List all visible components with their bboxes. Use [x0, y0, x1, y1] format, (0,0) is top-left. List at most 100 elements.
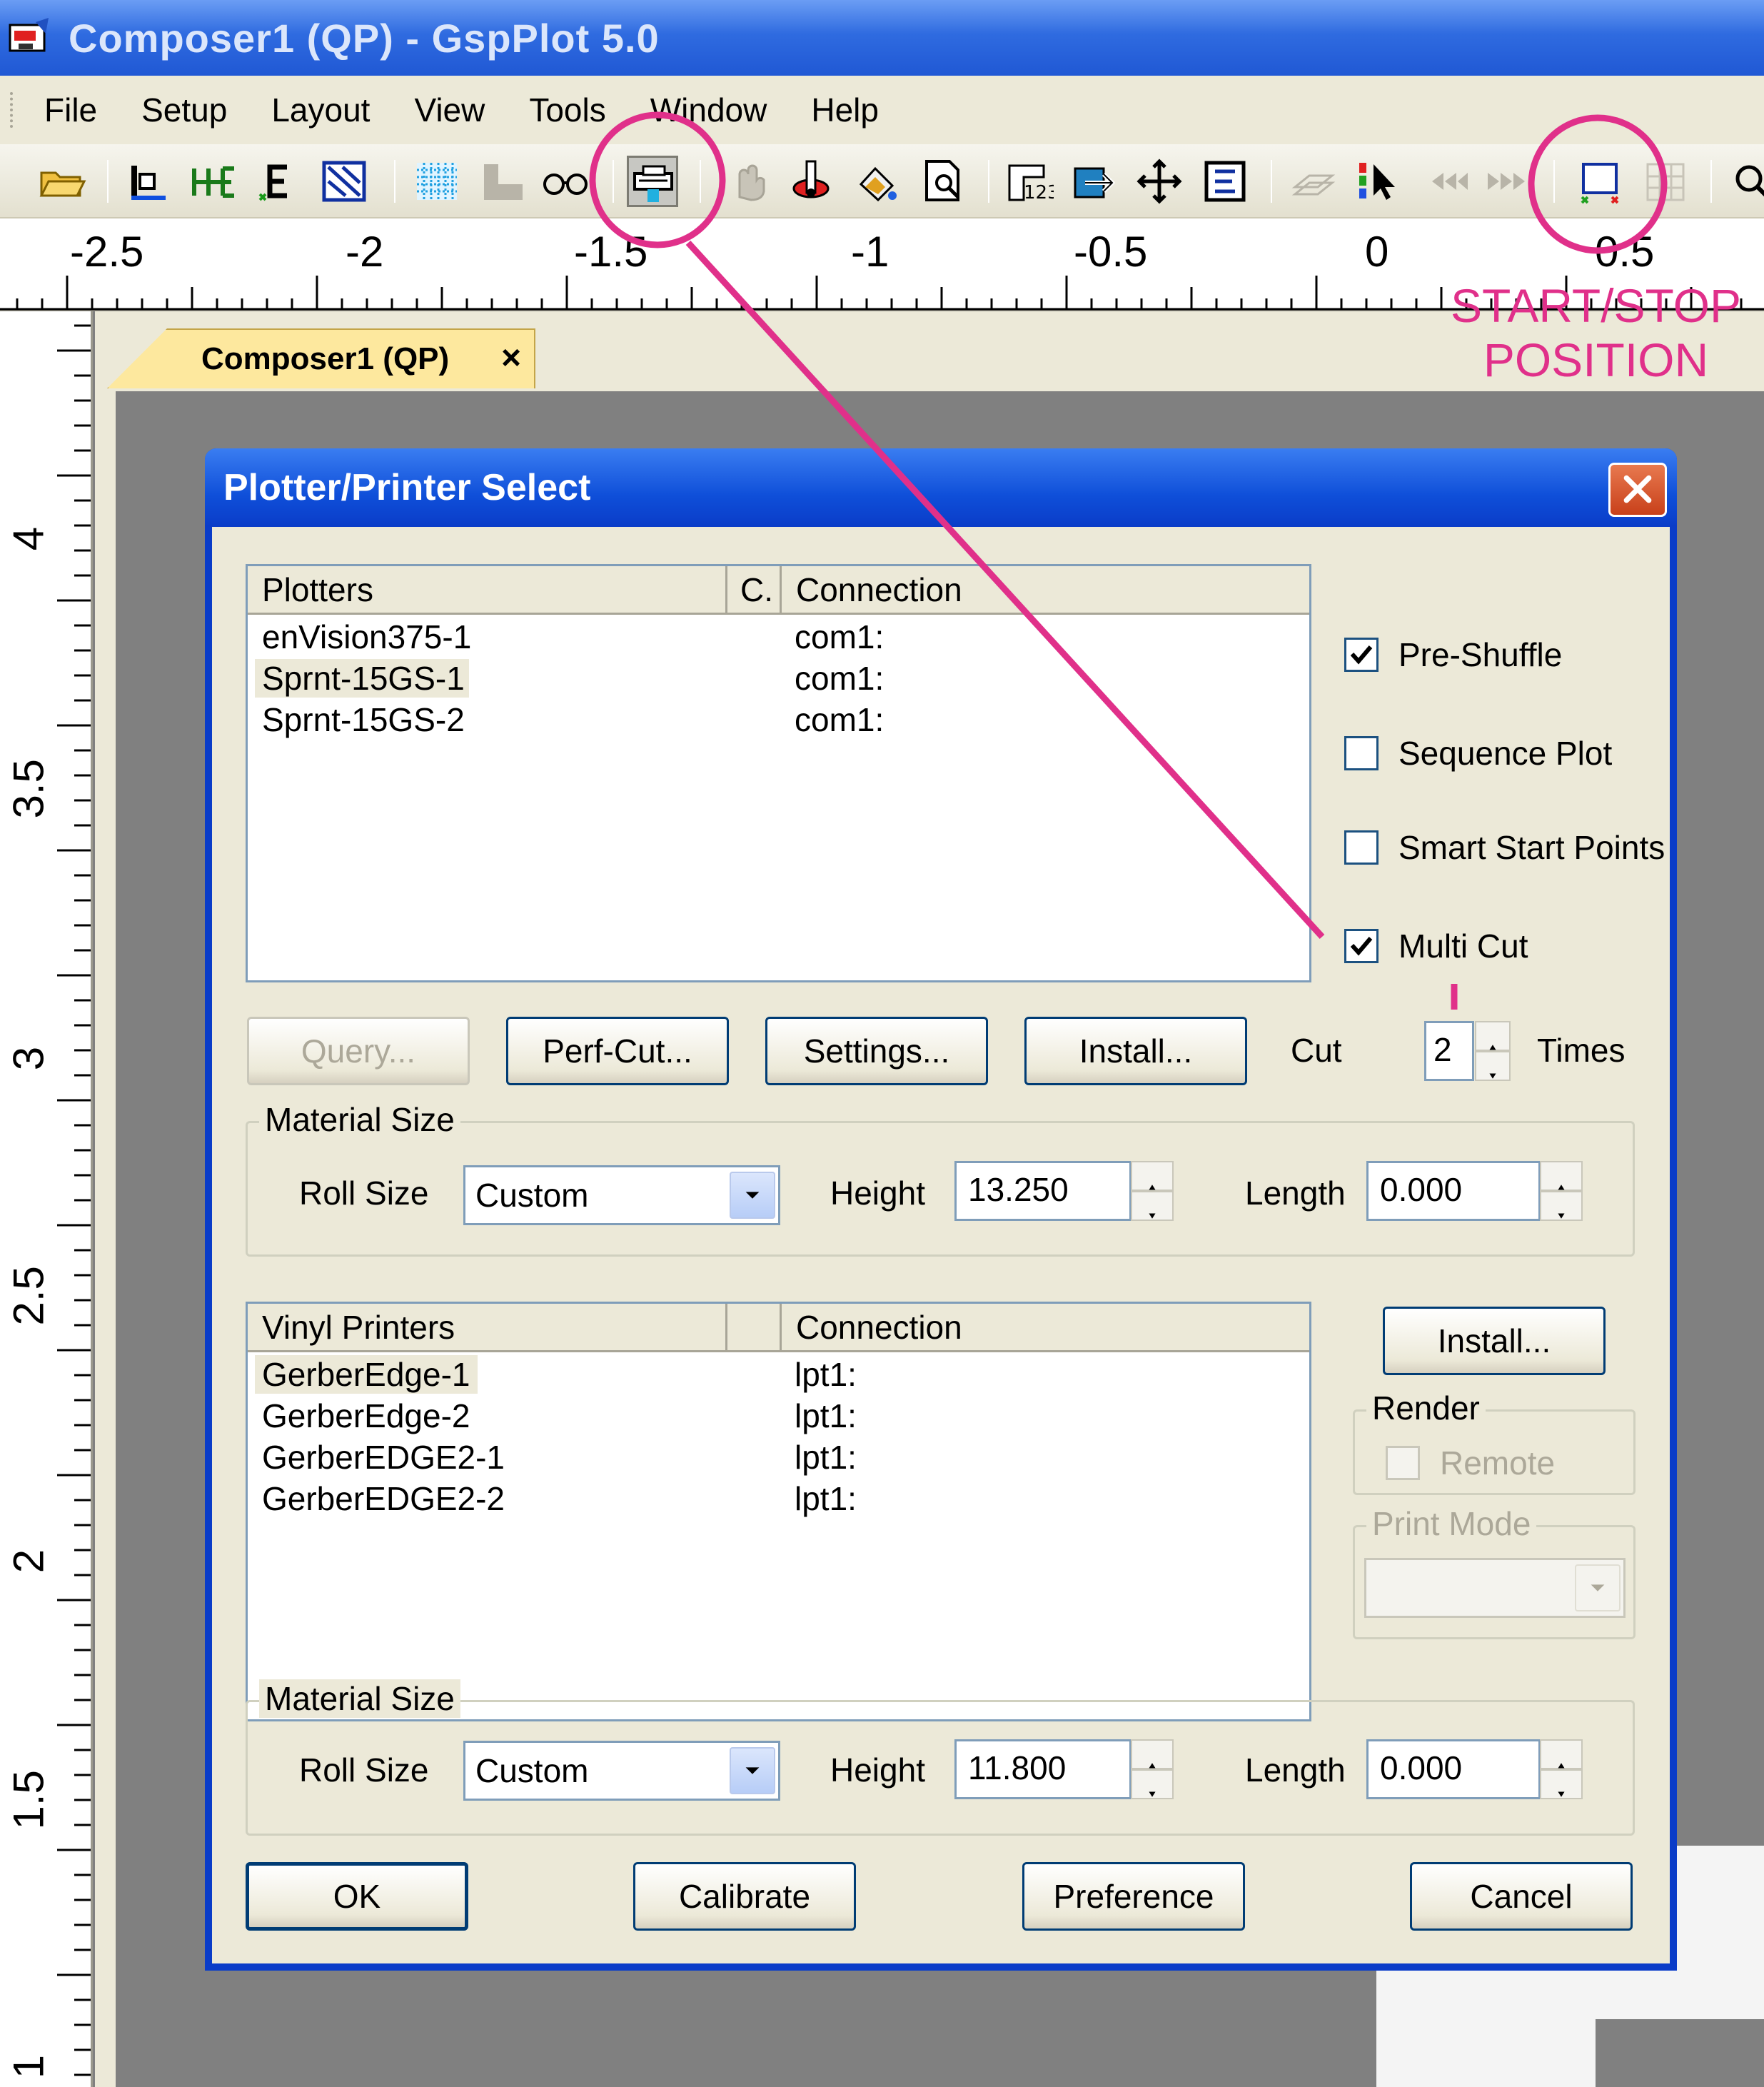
export-icon[interactable]: [1068, 156, 1119, 207]
height-input[interactable]: 13.250: [954, 1161, 1174, 1221]
spin-down-icon[interactable]: [1475, 1051, 1511, 1081]
spin-down-icon[interactable]: [1540, 1191, 1583, 1221]
list-item-selected[interactable]: GerberEdge-1 lpt1:: [248, 1354, 1309, 1395]
column-header-blank[interactable]: [727, 1304, 782, 1351]
query-button[interactable]: Query...: [247, 1017, 470, 1085]
spin-up-icon[interactable]: [1131, 1161, 1174, 1191]
vinyl-printers-list[interactable]: Vinyl Printers Connection GerberEdge-1 l…: [246, 1302, 1311, 1721]
settings-button[interactable]: Settings...: [765, 1017, 988, 1085]
checkbox-label: Sequence Plot: [1398, 735, 1613, 772]
plotter-connection: com1:: [795, 660, 884, 697]
list-item[interactable]: GerberEDGE2-1 lpt1:: [248, 1437, 1309, 1478]
ruler-label: -1.5: [574, 228, 648, 276]
roll-size-select[interactable]: Custom: [463, 1741, 780, 1801]
height-value: 11.800: [968, 1749, 1067, 1786]
zoom-icon[interactable]: [1728, 156, 1764, 207]
plotters-list[interactable]: Plotters C. Connection enVision375-1 com…: [246, 564, 1311, 982]
grid-disabled-icon[interactable]: [1640, 156, 1692, 207]
select-icon[interactable]: [1354, 156, 1405, 207]
chevron-down-icon[interactable]: [730, 1747, 775, 1794]
dialog-titlebar[interactable]: Plotter/Printer Select: [205, 448, 1677, 527]
spin-up-icon[interactable]: [1540, 1739, 1583, 1769]
install-plotter-button[interactable]: Install...: [1024, 1017, 1247, 1085]
shadow-icon[interactable]: [477, 156, 528, 207]
plotter-name: enVision375-1: [262, 618, 472, 655]
ruler-label: -1: [851, 228, 889, 276]
chevron-down-icon[interactable]: [1575, 1564, 1621, 1611]
printer-name: GerberEdge-2: [262, 1397, 470, 1434]
length-label: Length: [1245, 1751, 1346, 1789]
ruler-label: 2: [4, 1549, 53, 1574]
checkbox-box: [1344, 929, 1379, 963]
perf-cut-button[interactable]: Perf-Cut...: [506, 1017, 729, 1085]
spin-down-icon[interactable]: [1131, 1191, 1174, 1221]
cut-times-spinner[interactable]: 2: [1424, 1021, 1511, 1081]
height-label: Height: [830, 1751, 925, 1789]
remote-checkbox[interactable]: Remote: [1386, 1444, 1555, 1482]
column-header-vinyl-printers[interactable]: Vinyl Printers: [248, 1304, 727, 1351]
menu-tools[interactable]: Tools: [529, 91, 605, 129]
list-item[interactable]: enVision375-1 com1:: [248, 616, 1309, 658]
preview-icon[interactable]: [917, 156, 968, 207]
preference-button[interactable]: Preference: [1022, 1862, 1245, 1931]
position-icon[interactable]: [187, 156, 238, 207]
roll-size-select[interactable]: Custom: [463, 1165, 780, 1225]
list-item[interactable]: GerberEdge-2 lpt1:: [248, 1395, 1309, 1437]
menu-file[interactable]: File: [44, 91, 97, 129]
layers-icon[interactable]: [1288, 156, 1339, 207]
pen-icon[interactable]: [785, 156, 837, 207]
length-input[interactable]: 0.000: [1366, 1161, 1583, 1221]
height-input[interactable]: 11.800: [954, 1739, 1174, 1799]
length-input[interactable]: 0.000: [1366, 1739, 1583, 1799]
menu-window[interactable]: Window: [650, 91, 767, 129]
list-item-selected[interactable]: Sprnt-15GS-1 com1:: [248, 658, 1309, 699]
list-item[interactable]: GerberEDGE2-2 lpt1:: [248, 1478, 1309, 1519]
print-mode-select[interactable]: [1364, 1558, 1626, 1618]
e-icon[interactable]: [253, 156, 304, 207]
ok-button[interactable]: OK: [246, 1862, 468, 1931]
dialog-body: Plotters C. Connection enVision375-1 com…: [212, 527, 1670, 1963]
rewind-icon[interactable]: [1419, 156, 1471, 207]
multi-cut-checkbox[interactable]: Multi Cut: [1344, 927, 1528, 965]
menu-help[interactable]: Help: [811, 91, 879, 129]
spin-up-icon[interactable]: [1131, 1739, 1174, 1769]
close-icon[interactable]: [1608, 463, 1667, 517]
menu-bar: File Setup Layout View Tools Window Help: [0, 76, 1764, 144]
column-header-connection[interactable]: Connection: [782, 566, 1311, 613]
printer-name: GerberEDGE2-1: [262, 1439, 505, 1476]
chevron-down-icon[interactable]: [730, 1172, 775, 1219]
plotter-printer-dialog: Plotter/Printer Select Plotters C. Conne…: [205, 448, 1677, 1971]
spin-up-icon[interactable]: [1475, 1021, 1511, 1051]
menu-layout[interactable]: Layout: [271, 91, 370, 129]
document-tab[interactable]: Composer1 (QP) ×: [107, 328, 535, 388]
calibrate-button[interactable]: Calibrate: [633, 1862, 856, 1931]
start-stop-position-icon[interactable]: [1575, 156, 1626, 207]
spin-down-icon[interactable]: [1540, 1769, 1583, 1799]
edit-icon[interactable]: [1199, 156, 1251, 207]
hand-icon[interactable]: [722, 156, 774, 207]
spin-down-icon[interactable]: [1131, 1769, 1174, 1799]
pre-shuffle-checkbox[interactable]: Pre-Shuffle: [1344, 635, 1562, 674]
column-header-plotters[interactable]: Plotters: [248, 566, 727, 613]
column-header-c[interactable]: C.: [727, 566, 782, 613]
column-header-connection[interactable]: Connection: [782, 1304, 1311, 1351]
menu-setup[interactable]: Setup: [141, 91, 227, 129]
fill-icon[interactable]: [318, 156, 370, 207]
number-icon[interactable]: 123: [1002, 156, 1059, 207]
sequence-plot-checkbox[interactable]: Sequence Plot: [1344, 734, 1612, 773]
install-vinyl-button[interactable]: Install...: [1383, 1307, 1606, 1375]
move-icon[interactable]: [1134, 156, 1185, 207]
spin-up-icon[interactable]: [1540, 1161, 1583, 1191]
plotter-select-icon[interactable]: [627, 156, 678, 207]
close-tab-icon[interactable]: ×: [501, 338, 521, 378]
color-icon[interactable]: [851, 156, 902, 207]
grid-icon[interactable]: [411, 156, 463, 207]
cancel-button[interactable]: Cancel: [1410, 1862, 1633, 1931]
forward-icon[interactable]: [1485, 156, 1536, 207]
menu-view[interactable]: View: [414, 91, 485, 129]
glasses-icon[interactable]: [540, 156, 591, 207]
list-item[interactable]: Sprnt-15GS-2 com1:: [248, 699, 1309, 740]
align-icon[interactable]: [123, 156, 174, 207]
smart-start-points-checkbox[interactable]: Smart Start Points: [1344, 828, 1665, 867]
open-folder-icon[interactable]: [36, 156, 87, 207]
